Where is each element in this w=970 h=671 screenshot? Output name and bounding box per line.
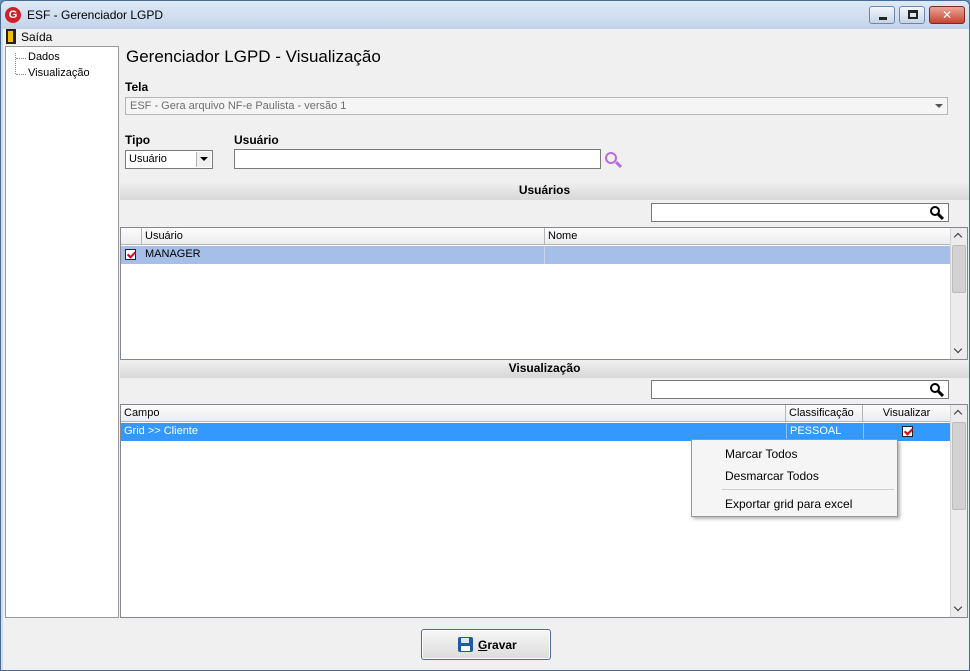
chevron-down-icon[interactable] xyxy=(931,98,947,114)
tree-item-visualizacao[interactable]: Visualização xyxy=(28,67,90,79)
menu-bar: Saída xyxy=(3,29,969,45)
window-title: ESF - Gerenciador LGPD xyxy=(27,8,164,22)
tela-select-value: ESF - Gera arquivo NF-e Paulista - versã… xyxy=(130,100,347,112)
page-title: Gerenciador LGPD - Visualização xyxy=(126,47,381,66)
close-icon: ✕ xyxy=(941,8,953,22)
column-header-nome[interactable]: Nome xyxy=(545,228,951,244)
save-button[interactable]: Gravar xyxy=(421,629,551,660)
view-grid-header: Campo Classificação Visualizar xyxy=(121,405,951,422)
users-section-title: Usuários xyxy=(120,182,969,200)
lookup-search-icon[interactable] xyxy=(604,151,624,169)
cell-usuario: MANAGER xyxy=(142,246,545,264)
cell-campo: Grid >> Cliente xyxy=(124,425,198,437)
usuario-input[interactable] xyxy=(234,149,601,169)
title-bar[interactable]: G ESF - Gerenciador LGPD ✕ xyxy=(1,1,969,29)
client-area: Saída Dados Visualização Gerenciador LGP… xyxy=(3,29,969,670)
tipo-select-value: Usuário xyxy=(129,153,167,165)
main-window: G ESF - Gerenciador LGPD ✕ Saída Dados V… xyxy=(0,0,970,671)
scroll-up-icon[interactable] xyxy=(951,228,967,245)
users-grid-header: Usuário Nome xyxy=(121,228,951,245)
table-row[interactable]: MANAGER xyxy=(121,246,950,264)
door-exit-icon[interactable] xyxy=(6,29,16,44)
usuario-label: Usuário xyxy=(234,133,279,147)
column-header-check[interactable] xyxy=(121,228,142,244)
tela-label: Tela xyxy=(125,80,149,94)
cell-nome xyxy=(545,246,950,264)
tree-connector xyxy=(16,74,26,75)
row-checkbox[interactable] xyxy=(125,249,136,260)
users-grid-scrollbar[interactable] xyxy=(950,228,967,359)
column-header-campo[interactable]: Campo xyxy=(121,405,786,421)
view-section-title: Visualização xyxy=(120,360,969,378)
tela-select[interactable]: ESF - Gera arquivo NF-e Paulista - versã… xyxy=(125,97,948,115)
menu-separator xyxy=(722,489,894,490)
context-menu: Marcar Todos Desmarcar Todos Exportar gr… xyxy=(691,439,898,517)
visualizar-checkbox[interactable] xyxy=(902,426,913,437)
users-grid: Usuário Nome MANAGER xyxy=(120,227,968,360)
scroll-thumb[interactable] xyxy=(952,245,966,293)
chevron-down-icon[interactable] xyxy=(196,152,211,167)
scroll-thumb[interactable] xyxy=(952,422,966,510)
scroll-up-icon[interactable] xyxy=(951,405,967,422)
minimize-icon xyxy=(879,17,887,20)
tipo-label: Tipo xyxy=(125,133,151,147)
navigation-tree: Dados Visualização xyxy=(5,46,119,618)
tree-connector xyxy=(16,58,26,59)
minimize-button[interactable] xyxy=(869,6,895,24)
column-header-usuario[interactable]: Usuário xyxy=(142,228,545,244)
scroll-down-icon[interactable] xyxy=(951,342,967,359)
search-icon[interactable] xyxy=(929,205,945,221)
tree-item-dados[interactable]: Dados xyxy=(28,51,60,63)
tree-connector xyxy=(15,53,16,74)
view-grid-scrollbar[interactable] xyxy=(950,405,967,617)
floppy-disk-icon xyxy=(458,637,473,652)
menu-item-mark-all[interactable]: Marcar Todos xyxy=(725,447,797,461)
maximize-icon xyxy=(908,10,918,19)
menu-item-exit[interactable]: Saída xyxy=(21,30,52,44)
save-button-label: Gravar xyxy=(478,638,517,652)
maximize-button[interactable] xyxy=(899,6,925,24)
scroll-down-icon[interactable] xyxy=(951,600,967,617)
view-search-input[interactable] xyxy=(651,380,949,399)
menu-item-export-excel[interactable]: Exportar grid para excel xyxy=(725,497,852,511)
column-header-visualizar[interactable]: Visualizar xyxy=(863,405,951,421)
tipo-select[interactable]: Usuário xyxy=(125,150,213,169)
close-button[interactable]: ✕ xyxy=(929,6,965,24)
users-search-input[interactable] xyxy=(651,203,949,222)
app-logo-icon: G xyxy=(5,7,21,23)
column-header-classificacao[interactable]: Classificação xyxy=(786,405,863,421)
menu-item-unmark-all[interactable]: Desmarcar Todos xyxy=(725,469,819,483)
search-icon[interactable] xyxy=(929,382,945,398)
